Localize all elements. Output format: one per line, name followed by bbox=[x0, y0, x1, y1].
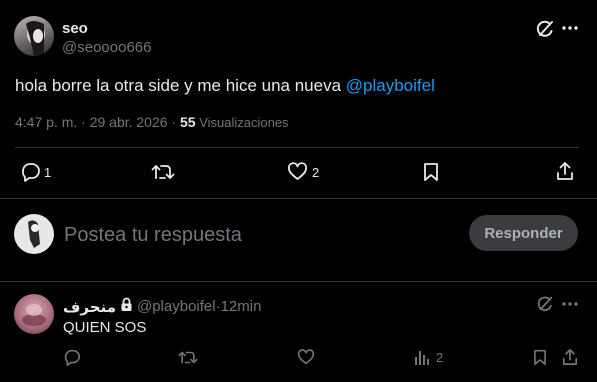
my-avatar[interactable] bbox=[14, 214, 54, 254]
reply-more-options-icon[interactable] bbox=[562, 301, 578, 307]
reply-share-button[interactable] bbox=[562, 348, 578, 366]
share-button[interactable] bbox=[556, 161, 574, 181]
reply-author-name[interactable]: منحرف bbox=[63, 298, 116, 316]
reply-header: منحرف @playboifel · 12min bbox=[63, 297, 261, 316]
lock-icon bbox=[120, 297, 133, 316]
reply-views-count: 2 bbox=[436, 349, 444, 365]
like-button[interactable]: 2 bbox=[287, 162, 319, 182]
views-label: Visualizaciones bbox=[195, 115, 289, 130]
reply-reply-icon bbox=[64, 349, 81, 366]
grok-icon[interactable] bbox=[535, 19, 555, 39]
mention-link[interactable]: @playboifel bbox=[346, 76, 435, 95]
reply-submit-button[interactable]: Responder bbox=[469, 215, 578, 251]
reply-author-handle[interactable]: @playboifel bbox=[137, 298, 216, 315]
views-count: 55 bbox=[180, 114, 196, 130]
reply-repost-button[interactable] bbox=[178, 349, 198, 366]
reply-count: 1 bbox=[44, 164, 52, 180]
reply-submit-label: Responder bbox=[484, 224, 563, 242]
reply-icon bbox=[20, 162, 41, 182]
reply-like-button[interactable] bbox=[297, 349, 315, 366]
reply-bookmark-button[interactable] bbox=[533, 349, 547, 366]
repost-icon bbox=[151, 165, 175, 179]
reply-reply-button[interactable] bbox=[63, 349, 81, 366]
reply-button[interactable]: 1 bbox=[20, 162, 51, 182]
views-icon bbox=[414, 349, 430, 365]
reply-timestamp[interactable]: 12min bbox=[221, 298, 262, 315]
share-icon bbox=[557, 162, 573, 180]
bookmark-button[interactable] bbox=[423, 162, 439, 182]
post-text-body: hola borre la otra side y me hice una nu… bbox=[15, 76, 346, 95]
post-timestamp[interactable]: 4:47 p. m. · 29 abr. 2026 · bbox=[15, 114, 180, 130]
reply-views-button[interactable]: 2 bbox=[414, 349, 443, 365]
repost-button[interactable] bbox=[151, 162, 175, 182]
reply-author-avatar[interactable] bbox=[14, 294, 54, 334]
bookmark-icon bbox=[424, 163, 438, 181]
reply-share-icon bbox=[562, 349, 578, 365]
divider bbox=[0, 281, 597, 282]
reply-text: QUIEN SOS bbox=[63, 319, 147, 336]
reply-repost-icon bbox=[178, 351, 198, 364]
like-count: 2 bbox=[312, 164, 320, 180]
post-author-avatar[interactable] bbox=[14, 16, 54, 56]
post-author-handle[interactable]: @seoooo666 bbox=[62, 39, 151, 56]
divider bbox=[0, 198, 597, 199]
heart-icon bbox=[287, 162, 308, 182]
reply-grok-icon[interactable] bbox=[536, 295, 554, 313]
more-options-icon[interactable] bbox=[562, 25, 578, 31]
divider bbox=[15, 147, 579, 148]
post-author-name[interactable]: seo bbox=[62, 20, 88, 37]
post-text: hola borre la otra side y me hice una nu… bbox=[15, 76, 435, 96]
reply-input[interactable]: Postea tu respuesta bbox=[64, 224, 242, 247]
post-meta: 4:47 p. m. · 29 abr. 2026 · 55 Visualiza… bbox=[15, 114, 289, 130]
reply-bookmark-icon bbox=[534, 349, 546, 366]
reply-heart-icon bbox=[297, 349, 315, 365]
